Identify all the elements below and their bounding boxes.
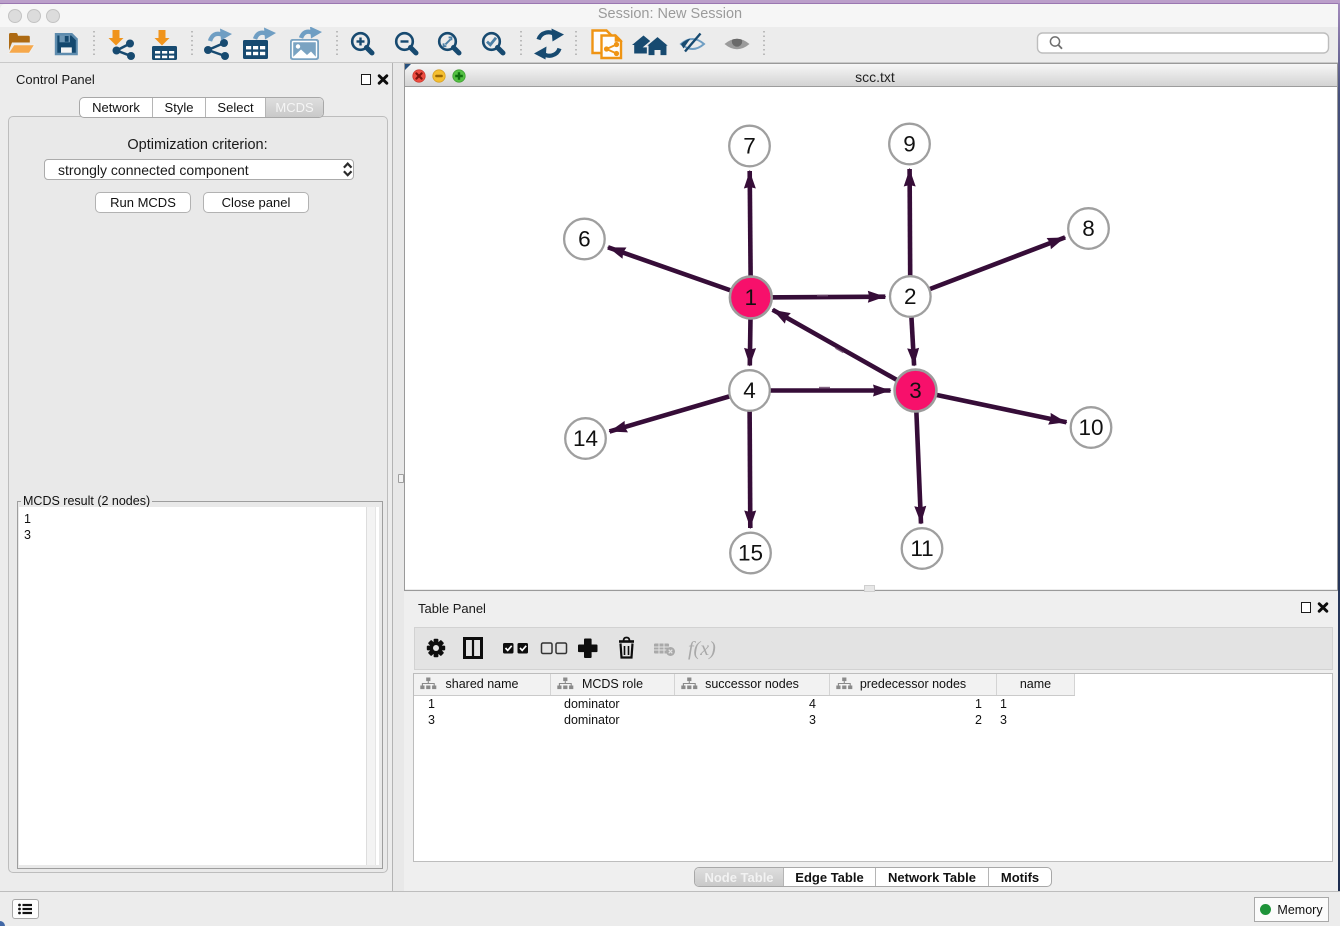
svg-text:1: 1 — [745, 285, 758, 310]
svg-text:2: 2 — [904, 284, 917, 309]
svg-text:15: 15 — [738, 541, 763, 566]
svg-text:3: 3 — [909, 378, 922, 403]
svg-text:8: 8 — [1082, 216, 1095, 241]
svg-text:10: 10 — [1078, 415, 1103, 440]
svg-text:9: 9 — [903, 132, 916, 157]
svg-text:11: 11 — [910, 536, 933, 561]
svg-text:4: 4 — [743, 378, 756, 403]
svg-text:7: 7 — [743, 134, 756, 159]
svg-text:6: 6 — [578, 227, 591, 252]
svg-text:f(x): f(x) — [688, 638, 716, 660]
svg-text:14: 14 — [573, 426, 598, 451]
